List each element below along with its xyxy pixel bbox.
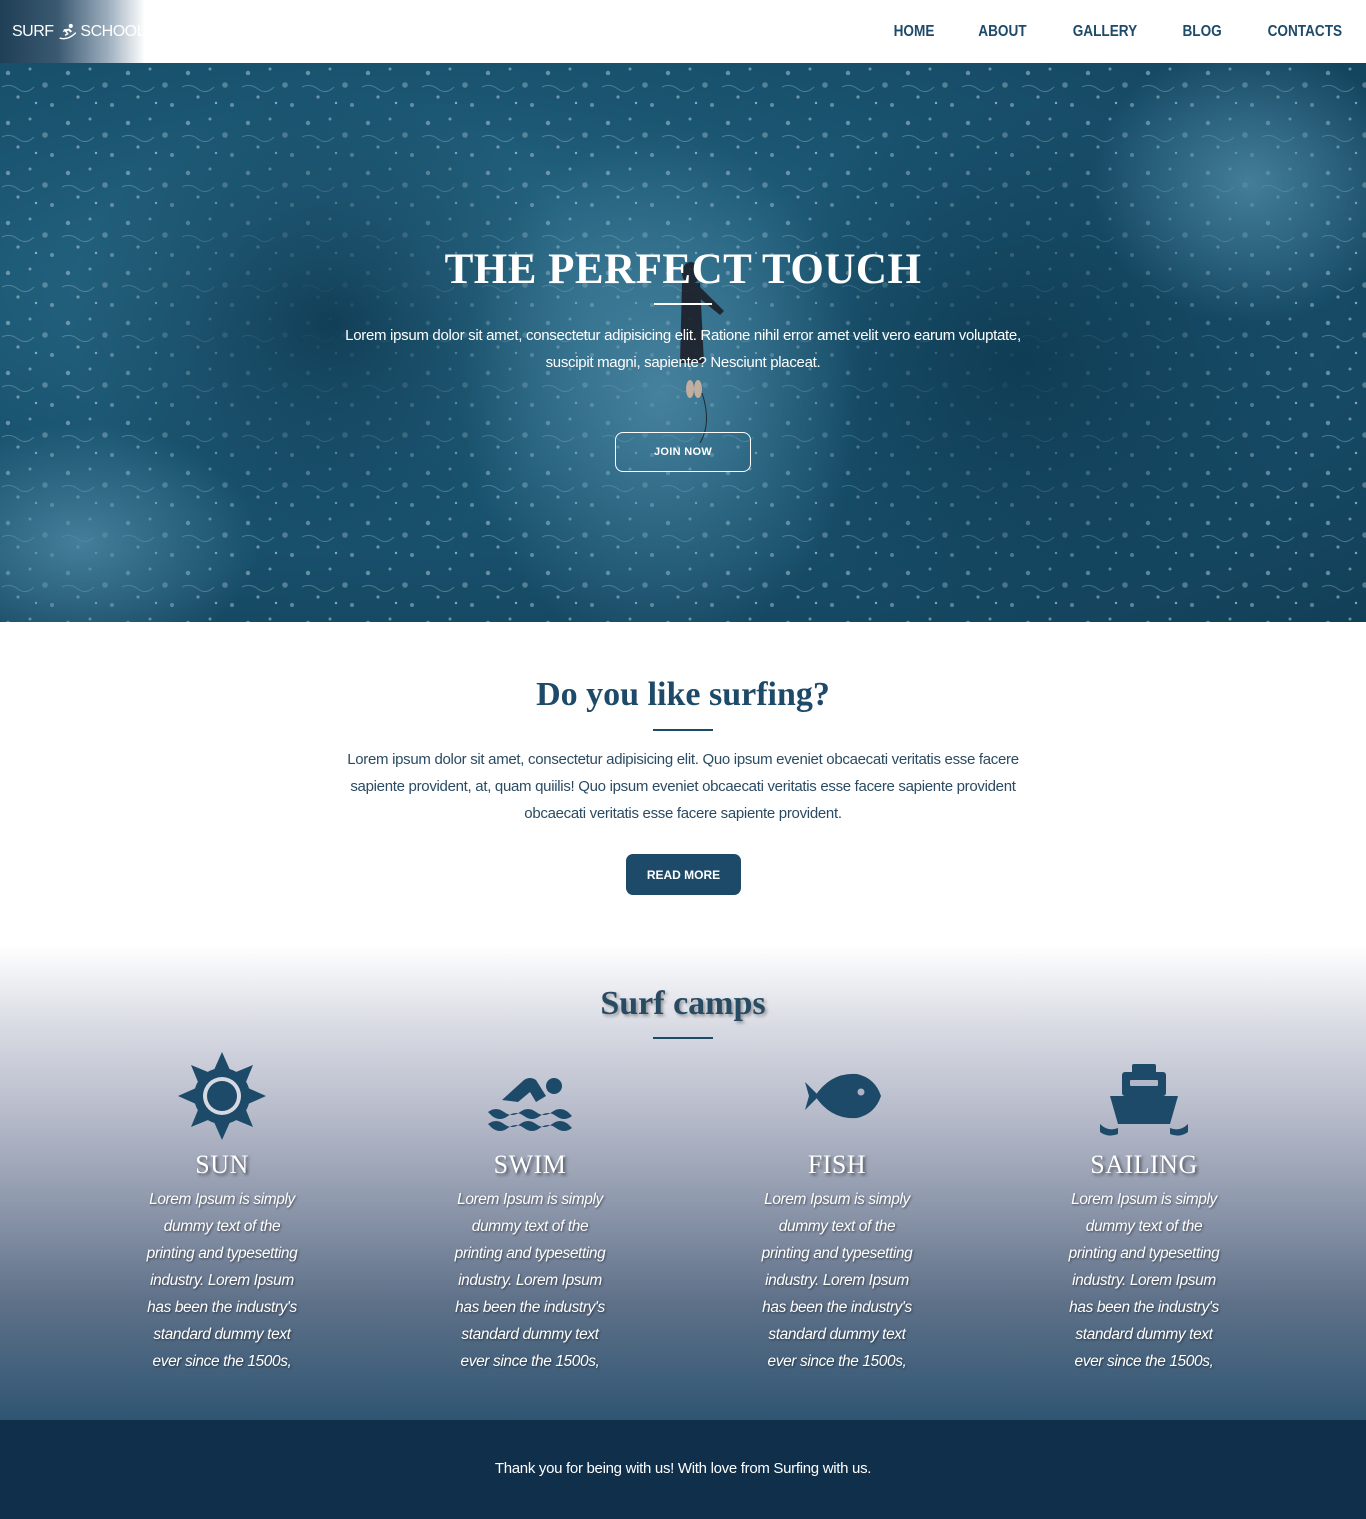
nav-about[interactable]: ABOUT <box>979 23 1027 41</box>
camps-divider <box>653 1037 713 1039</box>
logo[interactable]: SURF SCHOOL <box>0 0 145 63</box>
hero-section: THE PERFECT TOUCH Lorem ipsum dolor sit … <box>0 63 1366 622</box>
hero-title: THE PERFECT TOUCH <box>444 246 922 293</box>
camp-text-swim: Lorem Ipsum is simply dummy text of the … <box>454 1191 606 1370</box>
hero-text: Lorem ipsum dolor sit amet, consectetur … <box>345 327 1021 371</box>
about-text: Lorem ipsum dolor sit amet, consectetur … <box>347 751 1019 822</box>
surf-camps-section: Surf camps SUN Lorem Ipsum is simply dum… <box>0 945 1366 1420</box>
nav-blog[interactable]: BLOG <box>1183 23 1222 41</box>
camp-text-fish: Lorem Ipsum is simply dummy text of the … <box>761 1191 913 1370</box>
join-now-button[interactable]: JOIN NOW <box>615 432 751 472</box>
fish-icon <box>805 1073 881 1119</box>
camp-name-fish: FISH <box>807 1150 867 1179</box>
nav-contacts[interactable]: CONTACTS <box>1268 23 1343 41</box>
about-title: Do you like surfing? <box>536 676 830 713</box>
camp-card-sun: SUN Lorem Ipsum is simply dummy text of … <box>122 1050 322 1375</box>
logo-left-text: SURF <box>12 22 54 40</box>
camp-card-sailing: SAILING Lorem Ipsum is simply dummy text… <box>1044 1050 1244 1375</box>
footer-text: Thank you for being with us! With love f… <box>494 1460 872 1477</box>
surfer-icon <box>58 23 76 39</box>
nav-home[interactable]: HOME <box>894 23 935 41</box>
swimmer-icon <box>488 1078 572 1131</box>
camp-card-swim: SWIM Lorem Ipsum is simply dummy text of… <box>430 1050 630 1375</box>
hero-divider <box>654 303 712 305</box>
logo-right-text: SCHOOL <box>80 22 145 40</box>
camp-text-sailing: Lorem Ipsum is simply dummy text of the … <box>1068 1191 1220 1370</box>
site-footer: Thank you for being with us! With love f… <box>0 1420 1366 1519</box>
camp-card-fish: FISH Lorem Ipsum is simply dummy text of… <box>737 1050 937 1375</box>
ship-icon <box>1100 1064 1188 1136</box>
nav-gallery[interactable]: GALLERY <box>1073 23 1137 41</box>
read-more-button[interactable]: READ MORE <box>626 854 741 895</box>
camps-title: Surf camps <box>600 985 766 1022</box>
camp-name-sun: SUN <box>195 1150 249 1179</box>
camp-name-swim: SWIM <box>493 1150 567 1179</box>
about-divider <box>653 729 713 731</box>
camp-name-sailing: SAILING <box>1090 1150 1198 1179</box>
sun-icon <box>178 1052 266 1140</box>
main-nav: HOME ABOUT GALLERY BLOG CONTACTS <box>890 0 1349 63</box>
site-header: SURF SCHOOL HOME ABOUT GALLERY BLOG CONT… <box>0 0 1366 63</box>
camp-text-sun: Lorem Ipsum is simply dummy text of the … <box>146 1191 298 1370</box>
